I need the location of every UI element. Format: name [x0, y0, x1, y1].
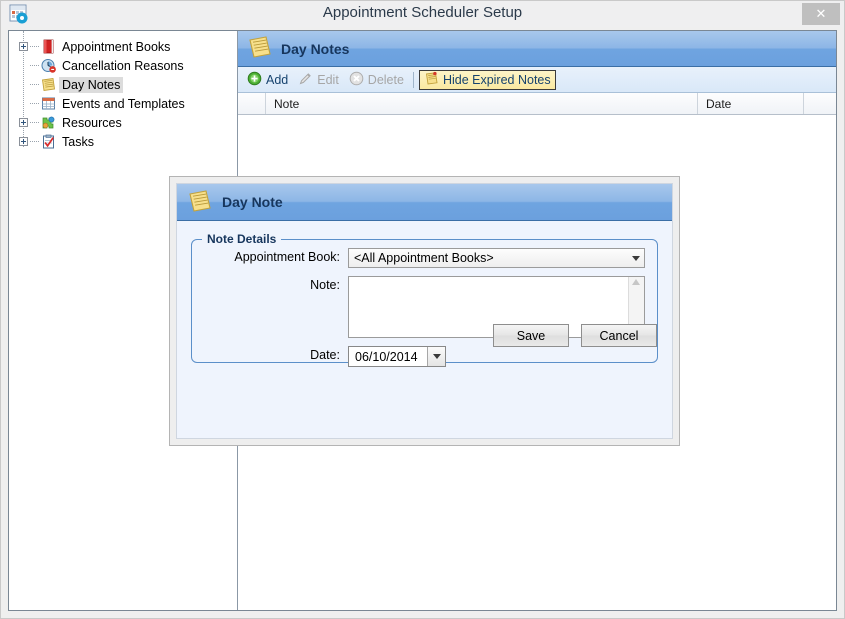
note-label: Note:: [310, 278, 340, 292]
puzzle-people-icon: [40, 115, 57, 130]
panel-caption-bar: Day Notes: [238, 31, 836, 67]
green-plus-icon: [247, 71, 262, 89]
tree-item-resources[interactable]: Resources: [9, 113, 237, 132]
date-row: Date: 06/10/2014: [192, 346, 657, 367]
expander-placeholder: [19, 61, 28, 70]
checklist-clipboard-icon: [40, 134, 57, 149]
appointment-book-select[interactable]: <All Appointment Books>: [348, 248, 645, 268]
yellow-note-pin-icon: [424, 71, 439, 89]
cancel-button[interactable]: Cancel: [581, 324, 657, 347]
pencil-icon: [298, 71, 313, 89]
add-label: Add: [266, 72, 289, 87]
yellow-note-icon: [40, 77, 57, 92]
expander-icon[interactable]: [19, 118, 28, 127]
tree-item-label: Tasks: [62, 134, 94, 149]
tree-connector: [30, 37, 40, 56]
calendar-grid-icon: [40, 96, 57, 111]
chevron-down-icon: [432, 354, 441, 359]
chevron-down-icon: [627, 255, 644, 261]
window-title: Appointment Scheduler Setup: [322, 4, 523, 21]
expander-placeholder: [19, 80, 28, 89]
grid-header-row: Note Date: [238, 93, 836, 115]
grid-column-indicator[interactable]: [238, 93, 266, 114]
add-button[interactable]: Add: [243, 70, 292, 90]
grid-column-filler: [804, 93, 836, 114]
expander-placeholder: [19, 99, 28, 108]
tree-item-label: Day Notes: [59, 76, 124, 93]
tree-connector: [30, 75, 40, 94]
clock-cancel-icon: [40, 58, 57, 73]
expander-icon[interactable]: [19, 42, 28, 51]
tree-item-label: Cancellation Reasons: [62, 58, 184, 73]
panel-toolbar: Add Edit Delete Hide Expired Notes: [238, 67, 836, 93]
day-note-dialog: Day Note Note Details Appointment Book: …: [169, 176, 680, 446]
tree-connector: [30, 56, 40, 75]
tree-item-cancellation-reasons[interactable]: Cancellation Reasons: [9, 56, 237, 75]
delete-button[interactable]: Delete: [345, 70, 408, 90]
yellow-note-icon: [247, 35, 273, 62]
tree-connector: [30, 94, 40, 113]
dialog-title: Day Note: [222, 194, 283, 210]
dialog-body: Note Details Appointment Book: <All Appo…: [177, 221, 672, 367]
appointment-book-label: Appointment Book:: [234, 250, 340, 264]
dialog-caption-bar: Day Note: [177, 184, 672, 221]
date-value: 06/10/2014: [355, 349, 418, 364]
tree-connector: [30, 132, 40, 151]
toolbar-separator: [412, 71, 414, 88]
delete-label: Delete: [367, 72, 404, 87]
date-picker[interactable]: 06/10/2014: [348, 346, 446, 367]
gray-x-circle-icon: [349, 71, 364, 89]
tree-item-tasks[interactable]: Tasks: [9, 132, 237, 151]
calendar-dropdown-button[interactable]: [427, 347, 445, 366]
tree-item-appointment-books[interactable]: Appointment Books: [9, 37, 237, 56]
scroll-up-icon[interactable]: [632, 279, 641, 285]
date-label: Date:: [310, 348, 340, 362]
title-bar: Appointment Scheduler Setup ✕: [1, 1, 844, 27]
expander-icon[interactable]: [19, 137, 28, 146]
dialog-inner: Day Note Note Details Appointment Book: …: [176, 183, 673, 439]
appointment-book-value: <All Appointment Books>: [354, 251, 494, 265]
tree-item-label: Events and Templates: [62, 96, 185, 111]
tree-item-day-notes[interactable]: Day Notes: [9, 75, 237, 94]
group-legend: Note Details: [202, 232, 282, 246]
grid-column-note[interactable]: Note: [266, 93, 698, 114]
tree-connector: [30, 113, 40, 132]
hide-expired-notes-label: Hide Expired Notes: [442, 72, 551, 87]
application-window: Appointment Scheduler Setup ✕ Appointmen…: [0, 0, 845, 619]
appointment-book-row: Appointment Book: <All Appointment Books…: [192, 248, 657, 268]
tree-item-events-and-templates[interactable]: Events and Templates: [9, 94, 237, 113]
hide-expired-notes-toggle[interactable]: Hide Expired Notes: [418, 69, 556, 90]
dialog-buttons: Save Cancel: [493, 324, 657, 347]
panel-title: Day Notes: [281, 40, 350, 57]
save-button[interactable]: Save: [493, 324, 569, 347]
yellow-note-icon: [187, 189, 213, 216]
red-book-icon: [40, 39, 57, 54]
tree-item-label: Appointment Books: [62, 39, 171, 54]
grid-column-date[interactable]: Date: [698, 93, 804, 114]
close-button[interactable]: ✕: [802, 3, 840, 25]
edit-button[interactable]: Edit: [294, 70, 343, 90]
tree-item-label: Resources: [62, 115, 122, 130]
edit-label: Edit: [317, 72, 339, 87]
